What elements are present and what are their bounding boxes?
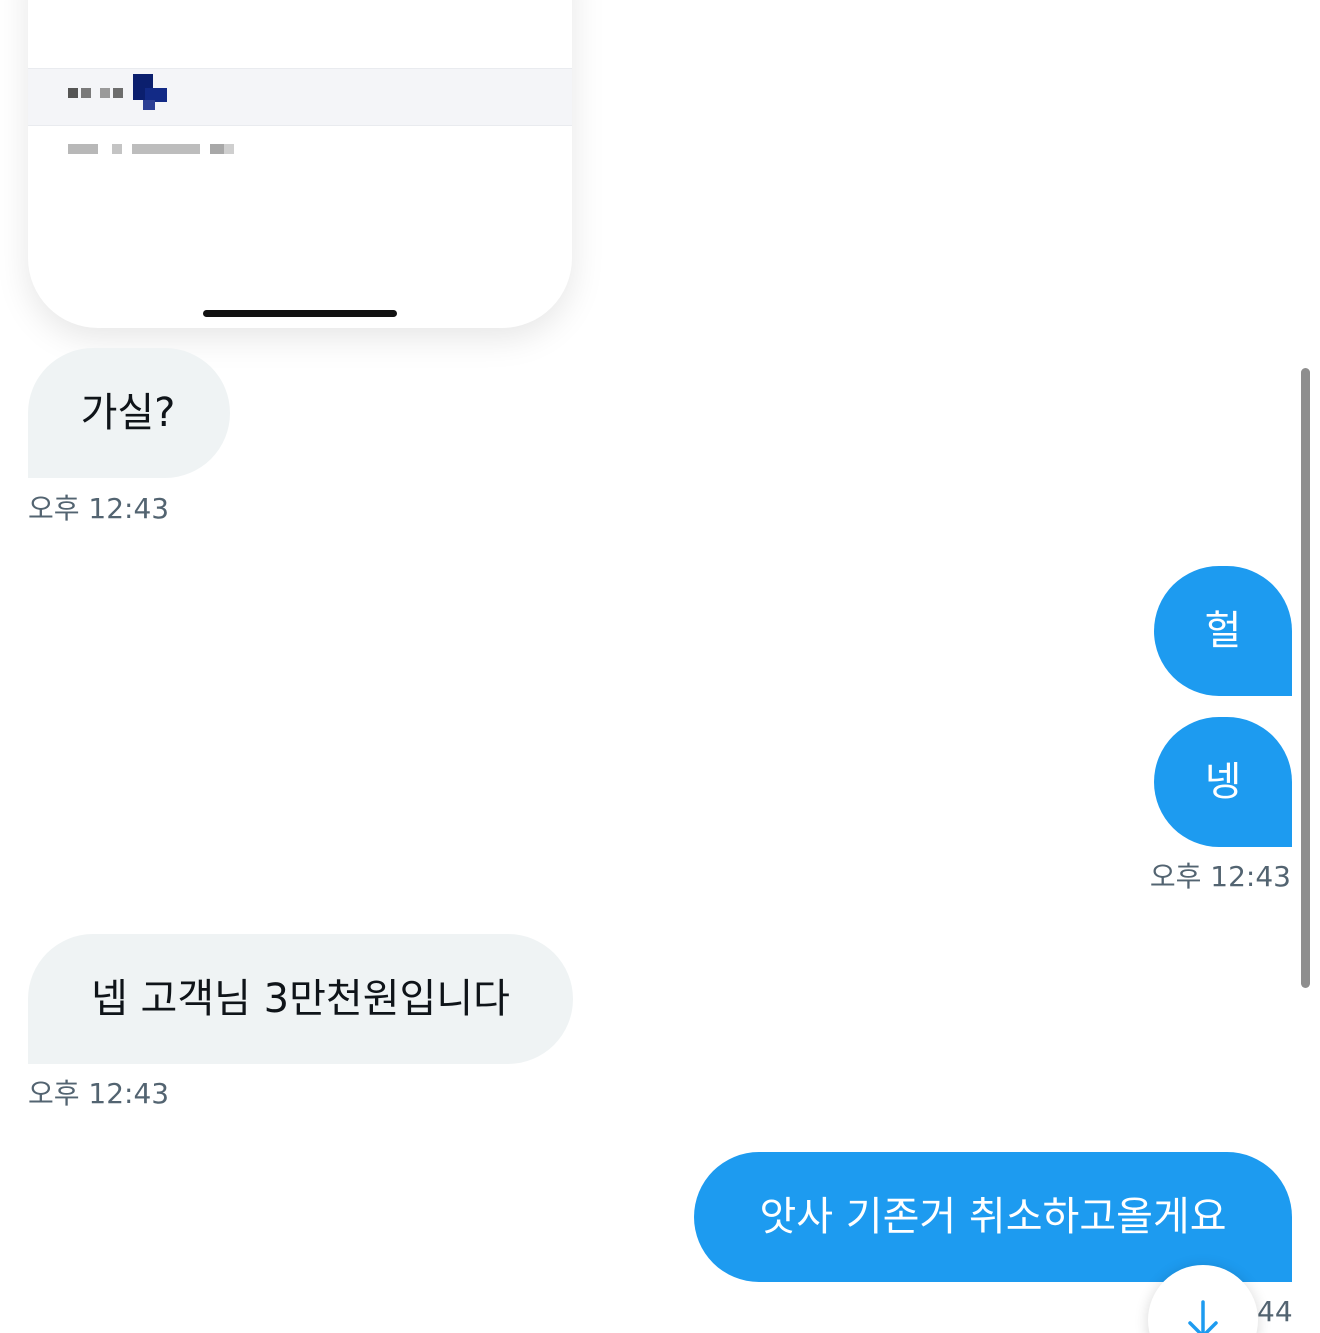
message-bubble-outgoing[interactable]: 헐 (1154, 566, 1292, 696)
message-text: 앗사 기존거 취소하고올게요 (759, 1194, 1227, 1240)
message-text: 넵 고객님 3만천원입니다 (91, 976, 510, 1022)
redacted-logo (143, 100, 155, 110)
home-indicator (203, 310, 397, 317)
message-bubble-outgoing[interactable]: 넹 (1154, 717, 1292, 847)
shared-image-attachment[interactable] (28, 0, 572, 328)
redacted-text (210, 144, 224, 154)
message-bubble-incoming[interactable]: 가실? (28, 348, 230, 478)
conversation-view: 가실? 오후 12:43 헐 넹 오후 12:43 넵 고객님 3만천원입니다 … (0, 0, 1320, 1333)
message-text: 헐 (1204, 608, 1242, 654)
redacted-text (132, 144, 200, 154)
message-timestamp: 오후 12:43 (28, 1077, 170, 1110)
message-text: 가실? (80, 390, 176, 436)
redacted-text (100, 88, 110, 98)
redacted-text (113, 88, 123, 98)
message-bubble-outgoing[interactable]: 앗사 기존거 취소하고올게요 (694, 1152, 1292, 1282)
redacted-text (68, 88, 78, 98)
message-timestamp-partial: 44 (1257, 1295, 1293, 1328)
redacted-text (112, 144, 122, 154)
redacted-text (68, 144, 98, 154)
message-timestamp: 오후 12:43 (1149, 860, 1291, 893)
arrow-down-icon (1188, 1300, 1218, 1333)
message-bubble-incoming[interactable]: 넵 고객님 3만천원입니다 (28, 934, 573, 1064)
message-timestamp: 오후 12:43 (28, 492, 170, 525)
scrollbar-thumb[interactable] (1301, 368, 1310, 988)
redacted-text (81, 88, 91, 98)
message-text: 넹 (1204, 759, 1242, 805)
redacted-text (224, 144, 234, 154)
